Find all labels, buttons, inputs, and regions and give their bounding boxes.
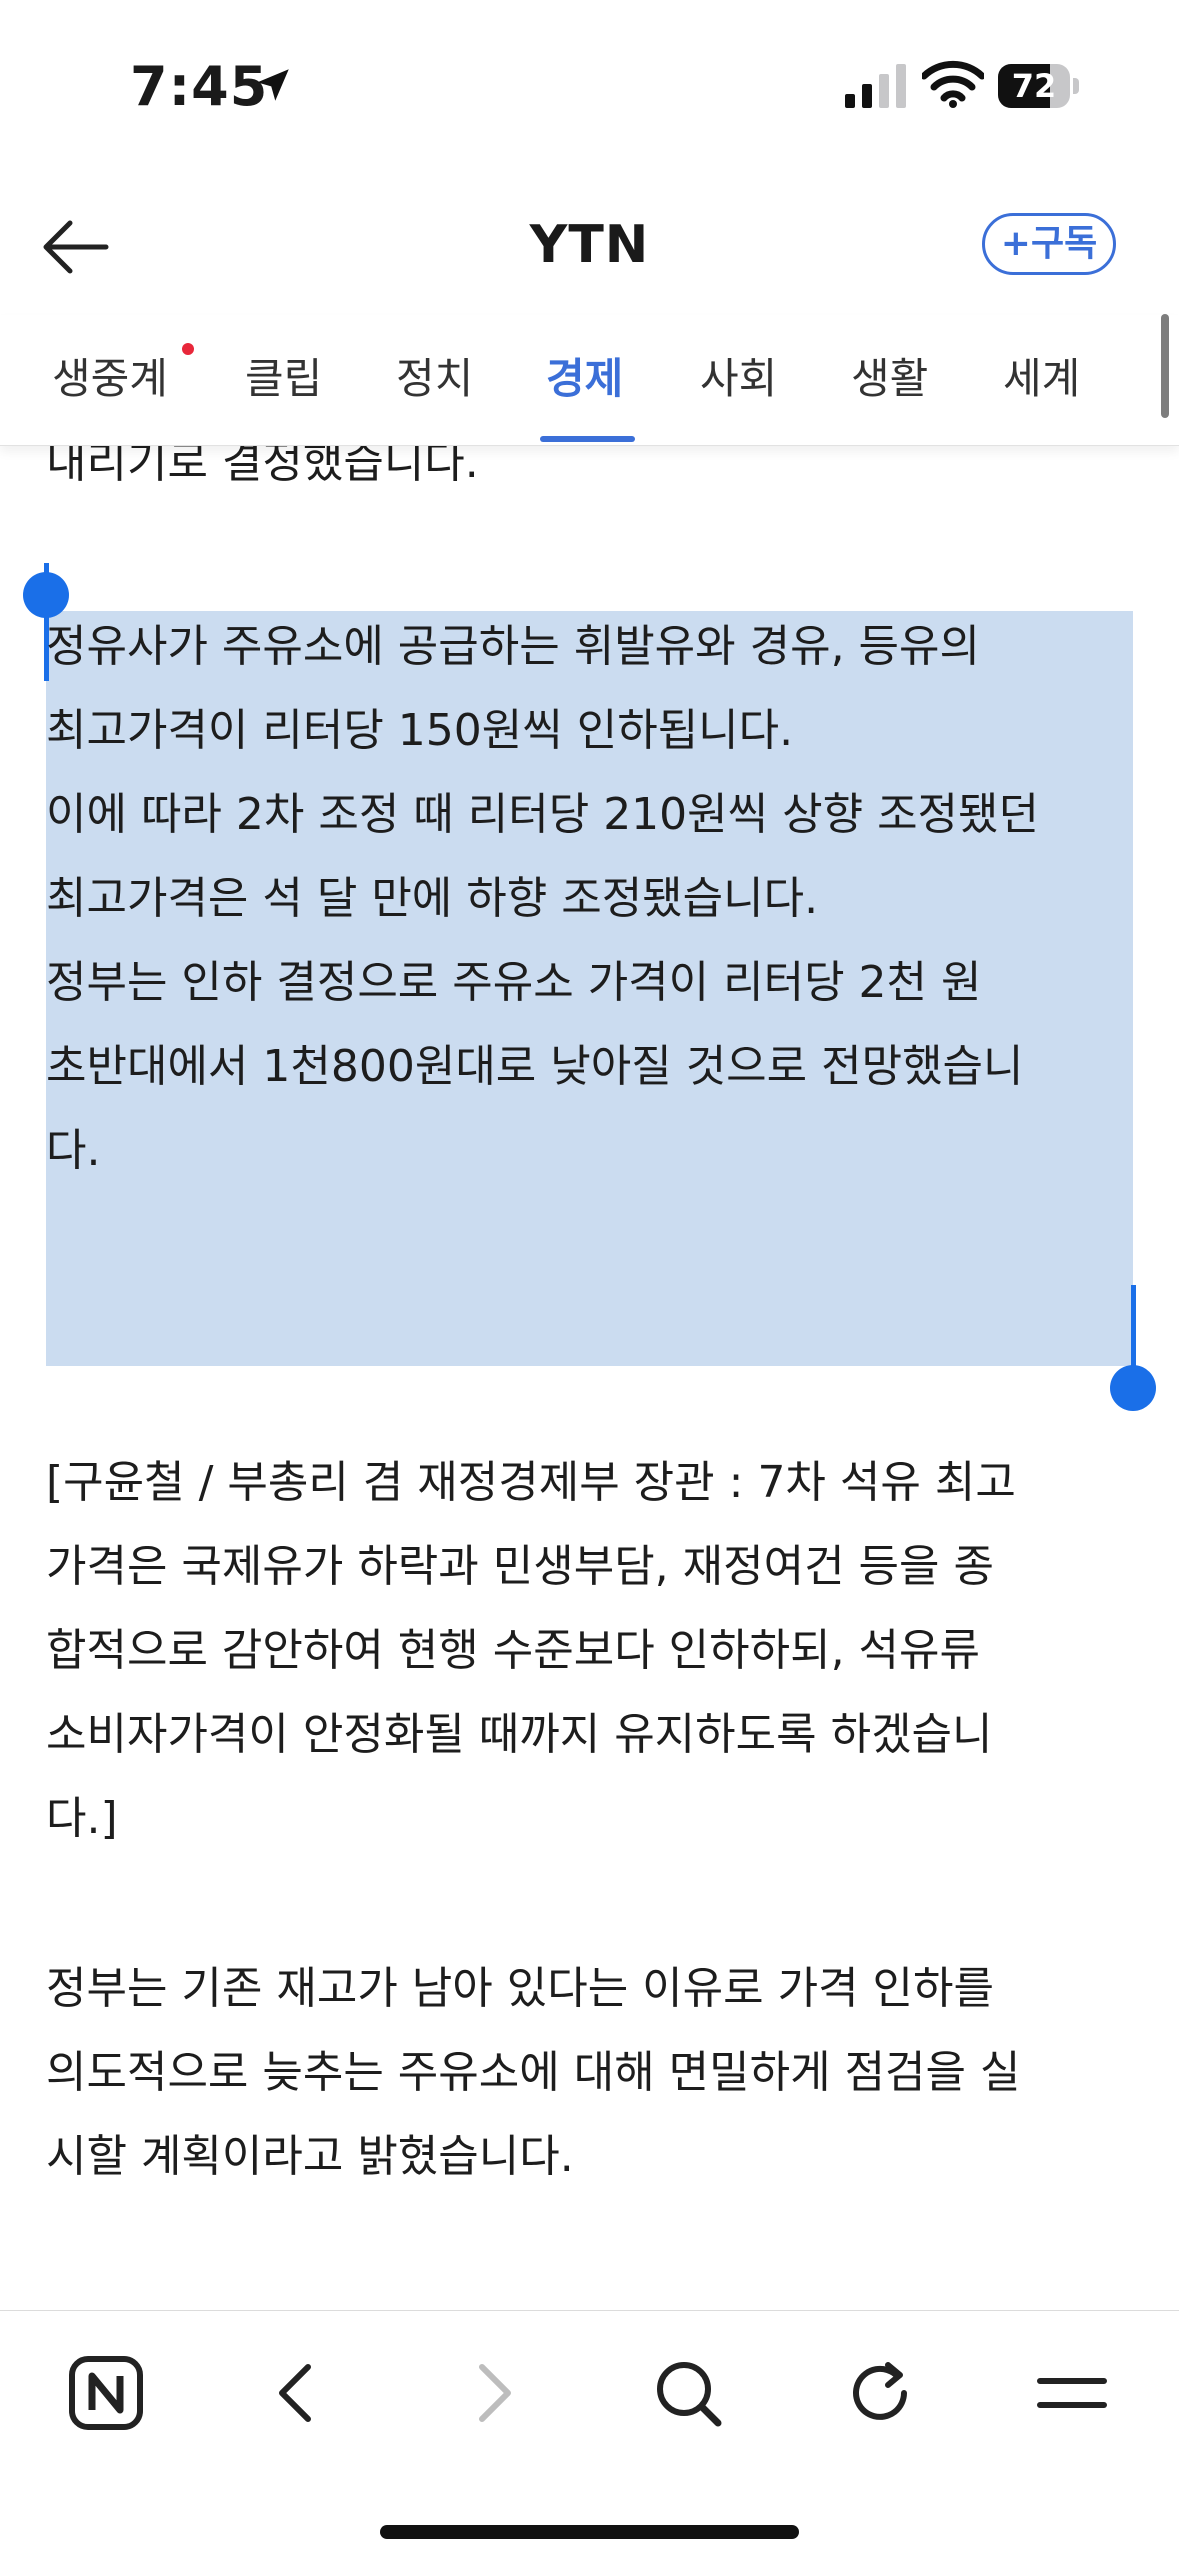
tab-economy[interactable]: 경제 xyxy=(546,345,623,406)
tab-politics[interactable]: 정치 xyxy=(396,345,473,406)
article-paragraph: 정부는 인하 결정으로 주유소 가격이 리터당 2천 원 초반대에서 1천800… xyxy=(46,957,1024,1176)
battery-level: 72 xyxy=(1011,67,1057,105)
back-arrow-icon[interactable] xyxy=(258,2353,338,2433)
forward-arrow-icon[interactable] xyxy=(452,2353,532,2433)
tab-life[interactable]: 생활 xyxy=(851,345,928,406)
selection-end-handle[interactable] xyxy=(1110,1365,1156,1411)
battery-icon: 72 xyxy=(998,64,1080,108)
article-paragraph: 정부는 기존 재고가 남아 있다는 이유로 가격 인하를 의도적으로 늦추는 주… xyxy=(46,1963,1021,2182)
active-tab-indicator xyxy=(540,436,635,442)
article-paragraph: 내리기로 결정했습니다. xyxy=(46,445,479,488)
menu-icon[interactable] xyxy=(1032,2353,1112,2433)
home-indicator xyxy=(380,2525,799,2539)
status-bar: 7:45 72 xyxy=(0,0,1179,175)
wifi-icon xyxy=(922,60,984,108)
tab-society[interactable]: 사회 xyxy=(700,345,777,406)
naver-home-icon[interactable] xyxy=(66,2353,146,2433)
article-paragraph: 이에 따라 2차 조정 때 리터당 210원씩 상향 조정됐던 최고가격은 석 … xyxy=(46,789,1039,924)
subscribe-button[interactable]: +구독 xyxy=(982,213,1116,275)
cellular-signal-icon xyxy=(845,64,906,108)
article-paragraph: 정유사가 주유소에 공급하는 휘발유와 경유, 등유의 최고가격이 리터당 15… xyxy=(46,621,980,756)
status-time: 7:45 xyxy=(130,55,269,118)
app-header: YTN +구독 xyxy=(0,175,1179,315)
category-tabs: 생중계 클립 정치 경제 사회 생활 세계 I xyxy=(0,315,1179,446)
tab-live[interactable]: 생중계 xyxy=(52,345,168,406)
article-paragraph: [구윤철 / 부총리 겸 재정경제부 장관 : 7차 석유 최고 가격은 국제유… xyxy=(46,1457,1016,1844)
tab-clip[interactable]: 클립 xyxy=(245,345,322,406)
refresh-icon[interactable] xyxy=(840,2353,920,2433)
article-body: 내리기로 결정했습니다. 정유사가 주유소에 공급하는 휘발유와 경유, 등유의… xyxy=(0,445,1179,2310)
live-badge-dot xyxy=(182,343,194,355)
scrollbar[interactable] xyxy=(1161,314,1169,418)
tab-world[interactable]: 세계 xyxy=(1003,345,1080,406)
browser-toolbar xyxy=(0,2310,1179,2557)
search-icon[interactable] xyxy=(648,2353,728,2433)
location-arrow-icon xyxy=(257,69,289,101)
